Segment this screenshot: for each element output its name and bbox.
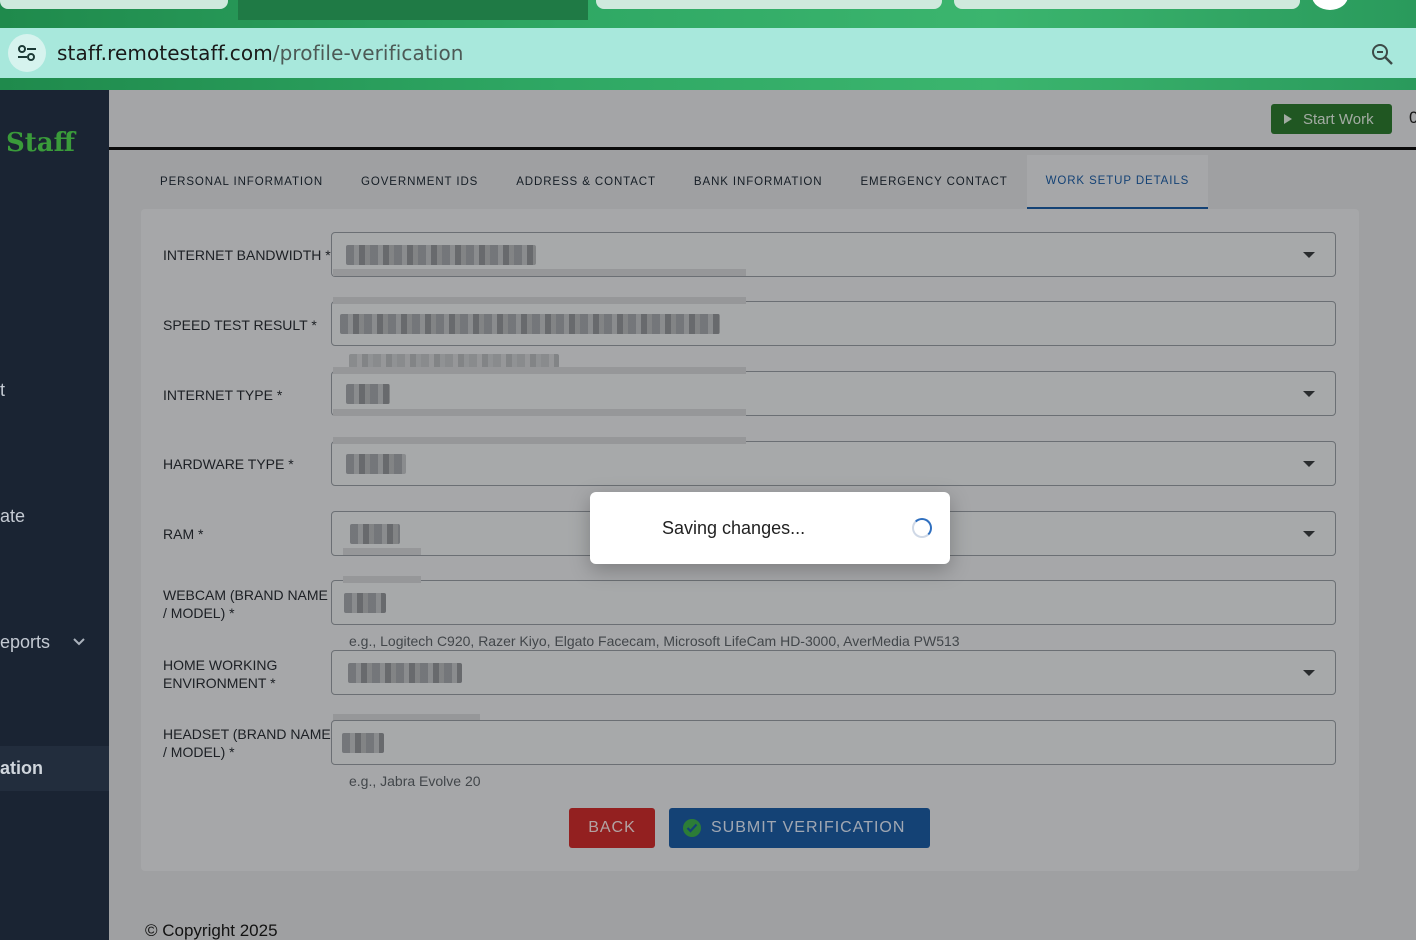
brand-logo: Staff <box>6 128 75 158</box>
loading-spinner-icon <box>912 518 932 538</box>
zoom-icon[interactable] <box>1370 42 1394 71</box>
site-settings-icon[interactable] <box>8 34 46 72</box>
saving-dialog: Saving changes... <box>590 492 950 564</box>
url-domain: staff.remotestaff.com <box>57 41 273 65</box>
sidebar-item[interactable]: ate <box>0 506 25 527</box>
chevron-down-icon[interactable] <box>72 634 86 652</box>
sidebar-item-verification[interactable]: ation <box>0 746 109 791</box>
browser-tab[interactable] <box>0 0 228 9</box>
browser-tab-active[interactable] <box>238 0 588 20</box>
sidebar-item-reports[interactable]: eports <box>0 632 50 653</box>
browser-tab[interactable] <box>596 0 942 9</box>
sidebar-item[interactable]: t <box>0 380 5 401</box>
url-text[interactable]: staff.remotestaff.com/profile-verificati… <box>57 41 464 65</box>
browser-chrome: staff.remotestaff.com/profile-verificati… <box>0 0 1416 90</box>
saving-message: Saving changes... <box>662 518 806 538</box>
browser-tab[interactable] <box>954 0 1300 9</box>
url-path: /profile-verification <box>272 41 464 65</box>
sidebar: Staff t ate eports ation <box>0 90 109 940</box>
profile-avatar[interactable] <box>1312 0 1348 10</box>
address-bar[interactable]: staff.remotestaff.com/profile-verificati… <box>0 28 1416 78</box>
